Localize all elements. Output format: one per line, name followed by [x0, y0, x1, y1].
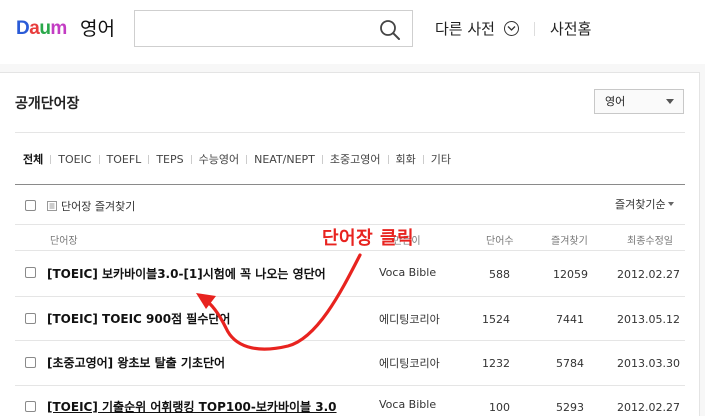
tab-toeic[interactable]: TOEIC — [58, 153, 91, 166]
wordbook-word-count: 588 — [489, 268, 510, 281]
wordbook-word-count: 1232 — [482, 357, 510, 370]
tab-conversation[interactable]: 회화 — [396, 151, 416, 167]
search-button[interactable] — [378, 18, 402, 42]
tab-toefl[interactable]: TOEFL — [107, 153, 142, 166]
wordbook-modified-date: 2013.03.30 — [617, 357, 680, 370]
column-header-word-count: 단어수 — [486, 236, 514, 247]
row-checkbox[interactable] — [25, 357, 36, 368]
wordbook-author: 에디팅코리아 — [379, 313, 440, 326]
wordbook-modified-date: 2013.05.12 — [617, 313, 680, 326]
row-checkbox[interactable] — [25, 313, 36, 324]
tab-all[interactable]: 전체 — [23, 151, 43, 167]
divider — [15, 250, 685, 251]
wordbook-word-count: 100 — [489, 401, 510, 414]
column-header-modified: 최종수정일 — [627, 236, 673, 247]
tab-teps[interactable]: TEPS — [156, 153, 183, 166]
tab-separator — [50, 154, 52, 164]
row-checkbox[interactable] — [25, 267, 36, 278]
wordbook-author: Voca Bible — [379, 398, 437, 411]
logo-letter: u — [39, 18, 51, 39]
tab-separator — [422, 154, 424, 164]
wordbook-author: Voca Bible — [379, 266, 437, 279]
chevron-down-icon — [503, 21, 519, 36]
tab-neat-nept[interactable]: NEAT/NEPT — [254, 153, 315, 166]
sort-dropdown[interactable]: 즐겨찾기순 — [615, 196, 674, 212]
row-divider — [15, 340, 685, 341]
tab-school-english[interactable]: 초중고영어 — [330, 151, 381, 167]
page-title: 공개단어장 — [15, 96, 80, 112]
language-select[interactable]: 영어 — [594, 89, 684, 114]
favorite-label: 단어장 즐겨찾기 — [61, 200, 136, 213]
select-all-checkbox[interactable] — [25, 200, 36, 211]
dictionary-home-link[interactable]: 사전홈 — [550, 18, 591, 40]
row-checkbox[interactable] — [25, 401, 36, 412]
header-divider — [534, 22, 535, 36]
tab-suneung[interactable]: 수능영어 — [199, 151, 239, 167]
wordbook-title-link[interactable]: [TOEIC] 보카바이블3.0-[1]시험에 꼭 나오는 영단어 — [47, 265, 326, 282]
logo-letter: m — [50, 18, 67, 39]
tab-separator — [98, 154, 100, 164]
other-dictionary-label: 다른 사전 — [435, 20, 495, 38]
tab-separator — [321, 154, 323, 164]
row-divider — [15, 385, 685, 386]
service-name[interactable]: 영어 — [80, 17, 115, 41]
wordbook-title-link[interactable]: [초중고영어] 왕초보 탈출 기초단어 — [47, 354, 225, 371]
other-dictionary-menu[interactable]: 다른 사전 — [435, 18, 519, 40]
logo-letter: D — [16, 18, 30, 39]
wordbook-modified-date: 2012.02.27 — [617, 268, 680, 281]
language-select-value: 영어 — [605, 95, 626, 108]
row-divider — [15, 296, 685, 297]
wordbook-author: 에디팅코리아 — [379, 357, 440, 370]
caret-down-icon — [667, 202, 674, 206]
top-header: Daum 영어 다른 사전 사전홈 — [0, 0, 705, 58]
wordbook-favorites: 5293 — [556, 401, 584, 414]
category-tabs: 전체 TOEIC TOEFL TEPS 수능영어 NEAT/NEPT 초중고영어… — [23, 151, 451, 167]
tab-separator — [148, 154, 150, 164]
divider — [15, 132, 685, 133]
column-header-name: 단어장 — [50, 236, 78, 247]
list-icon — [47, 201, 57, 211]
search-icon — [380, 20, 400, 40]
annotation-label: 단어장 클릭 — [322, 228, 415, 249]
search-box — [134, 10, 413, 47]
wordbook-modified-date: 2012.02.27 — [617, 401, 680, 414]
tab-separator — [190, 154, 192, 164]
search-input[interactable] — [143, 17, 363, 41]
wordbook-favorites: 5784 — [556, 357, 584, 370]
sort-label: 즐겨찾기순 — [615, 198, 666, 211]
caret-down-icon — [666, 99, 674, 104]
daum-logo[interactable]: Daum — [16, 18, 67, 40]
wordbook-word-count: 1524 — [482, 313, 510, 326]
tab-etc[interactable]: 기타 — [431, 151, 451, 167]
tab-separator — [387, 154, 389, 164]
logo-letter: a — [29, 18, 40, 39]
add-favorite-button[interactable]: 단어장 즐겨찾기 — [47, 198, 135, 214]
table-top-border — [15, 184, 685, 185]
column-header-favorites: 즐겨찾기 — [551, 236, 588, 247]
wordbook-favorites: 7441 — [556, 313, 584, 326]
wordbook-title-link[interactable]: [TOEIC] 기출순위 어휘랭킹 TOP100-보카바이블 3.0 — [47, 398, 337, 415]
wordbook-title-link[interactable]: [TOEIC] TOEIC 900점 필수단어 — [47, 310, 230, 327]
wordbook-favorites: 12059 — [553, 268, 588, 281]
tab-separator — [246, 154, 248, 164]
